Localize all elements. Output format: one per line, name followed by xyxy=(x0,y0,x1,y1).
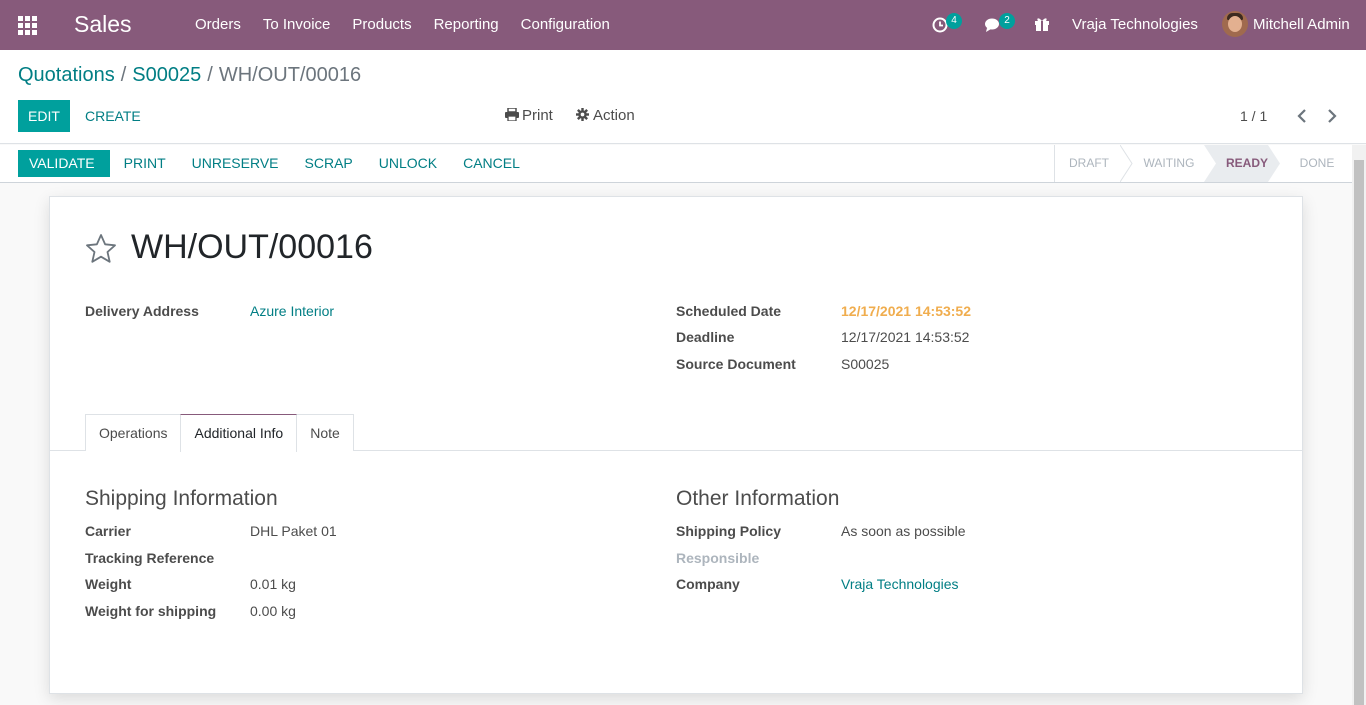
weight-value: 0.01 kg xyxy=(250,576,296,592)
delivery-address-value[interactable]: Azure Interior xyxy=(250,303,334,319)
apps-grid-icon[interactable] xyxy=(18,16,37,35)
form-sheet: WH/OUT/00016 Delivery Address Azure Inte… xyxy=(49,196,1303,694)
stage-pipeline: Draft Waiting Ready Done xyxy=(1054,145,1354,182)
unlock-button[interactable]: Unlock xyxy=(368,150,452,177)
source-document-value: S00025 xyxy=(841,356,890,372)
gift-button[interactable] xyxy=(1034,0,1050,50)
scheduled-date-value: 12/17/2021 14:53:52 xyxy=(841,303,971,319)
stage-ready: Ready xyxy=(1225,156,1268,170)
shipping-weight-unit: kg xyxy=(281,603,296,619)
breadcrumb-quotations[interactable]: Quotations xyxy=(18,64,115,86)
scheduled-date-label: Scheduled Date xyxy=(676,303,782,319)
menu-item-products[interactable]: Products xyxy=(341,0,422,50)
gift-icon xyxy=(1035,18,1049,31)
weight-for-shipping-label: Weight for shipping xyxy=(85,603,217,619)
breadcrumb-current: WH/OUT/00016 xyxy=(218,64,362,86)
action-label: Action xyxy=(593,107,635,124)
notebook-tabs: Operations Additional Info Note xyxy=(85,414,354,452)
deadline-value: 12/17/2021 14:53:52 xyxy=(841,329,970,345)
create-button[interactable]: Create xyxy=(85,100,141,132)
source-document-label: Source Document xyxy=(676,356,796,372)
pager-next[interactable] xyxy=(1322,100,1342,132)
status-bar: Validate Print Unreserve Scrap Unlock Ca… xyxy=(0,145,1366,183)
print-menu[interactable]: Print xyxy=(505,100,553,132)
company-value[interactable]: Vraja Technologies xyxy=(841,576,959,592)
user-menu[interactable]: Mitchell Admin xyxy=(1253,0,1350,50)
activity-count-badge: 4 xyxy=(946,13,962,29)
messages-count-badge: 2 xyxy=(999,13,1015,29)
menu-item-to-invoice[interactable]: To Invoice xyxy=(252,0,342,50)
weight-for-shipping-value: 0.00 kg xyxy=(250,603,296,619)
tab-note[interactable]: Note xyxy=(296,414,354,451)
chevron-right-icon xyxy=(1328,109,1337,123)
stage-waiting: Waiting xyxy=(1143,156,1195,170)
carrier-value: DHL Paket 01 xyxy=(250,523,337,539)
tab-operations[interactable]: Operations xyxy=(85,414,182,451)
responsible-label: Responsible xyxy=(676,550,760,566)
scrap-button[interactable]: Scrap xyxy=(294,150,368,177)
print-label: Print xyxy=(522,107,553,124)
weight-unit: kg xyxy=(281,576,296,592)
delivery-address-label: Delivery Address xyxy=(85,303,199,319)
shipping-information-title: Shipping Information xyxy=(85,487,278,510)
breadcrumb-separator: / xyxy=(120,64,127,86)
menu-item-configuration[interactable]: Configuration xyxy=(510,0,621,50)
status-buttons: Validate Print Unreserve Scrap Unlock Ca… xyxy=(18,150,535,177)
other-information-title: Other Information xyxy=(676,487,840,510)
breadcrumb-separator: / xyxy=(207,64,213,86)
user-avatar[interactable] xyxy=(1222,11,1248,37)
chevron-left-icon xyxy=(1297,109,1306,123)
weight-number: 0.01 xyxy=(250,576,278,592)
stage-draft: Draft xyxy=(1069,156,1109,170)
action-menu[interactable]: Action xyxy=(576,100,635,132)
validate-button[interactable]: Validate xyxy=(18,150,110,177)
breadcrumb: Quotations / S00025/WH/OUT/00016 xyxy=(18,64,361,87)
tracking-reference-label: Tracking Reference xyxy=(85,550,215,566)
record-title: WH/OUT/00016 xyxy=(131,228,373,266)
tab-additional-info[interactable]: Additional Info xyxy=(180,414,298,452)
breadcrumb-order[interactable]: S00025 xyxy=(132,64,201,86)
main-menu: Orders To Invoice Products Reporting Con… xyxy=(184,0,621,50)
edit-button[interactable]: Edit xyxy=(18,100,70,132)
unreserve-button[interactable]: Unreserve xyxy=(181,150,294,177)
shipping-policy-value: As soon as possible xyxy=(841,523,966,539)
shipping-policy-label: Shipping Policy xyxy=(676,523,782,539)
app-name[interactable]: Sales xyxy=(74,11,132,38)
shipping-weight-number: 0.00 xyxy=(250,603,278,619)
pager-previous[interactable] xyxy=(1292,100,1312,132)
menu-item-reporting[interactable]: Reporting xyxy=(423,0,510,50)
gear-icon xyxy=(576,108,589,121)
top-navbar: Sales Orders To Invoice Products Reporti… xyxy=(0,0,1366,50)
pager-value[interactable]: 1 / 1 xyxy=(1240,100,1267,132)
company-label: Company xyxy=(676,576,740,592)
deadline-label: Deadline xyxy=(676,329,735,345)
cancel-button[interactable]: Cancel xyxy=(452,150,535,177)
scrollbar-thumb[interactable] xyxy=(1354,160,1364,705)
printer-icon xyxy=(505,107,519,122)
carrier-label: Carrier xyxy=(85,523,131,539)
stage-done: Done xyxy=(1299,156,1335,170)
page-scrollbar[interactable] xyxy=(1352,145,1366,705)
weight-label: Weight xyxy=(85,576,132,592)
star-icon[interactable] xyxy=(85,233,117,265)
company-switcher[interactable]: Vraja Technologies xyxy=(1072,0,1198,50)
menu-item-orders[interactable]: Orders xyxy=(184,0,252,50)
control-panel: Quotations / S00025/WH/OUT/00016 Edit Crea… xyxy=(0,50,1366,144)
print-button[interactable]: Print xyxy=(113,150,181,177)
